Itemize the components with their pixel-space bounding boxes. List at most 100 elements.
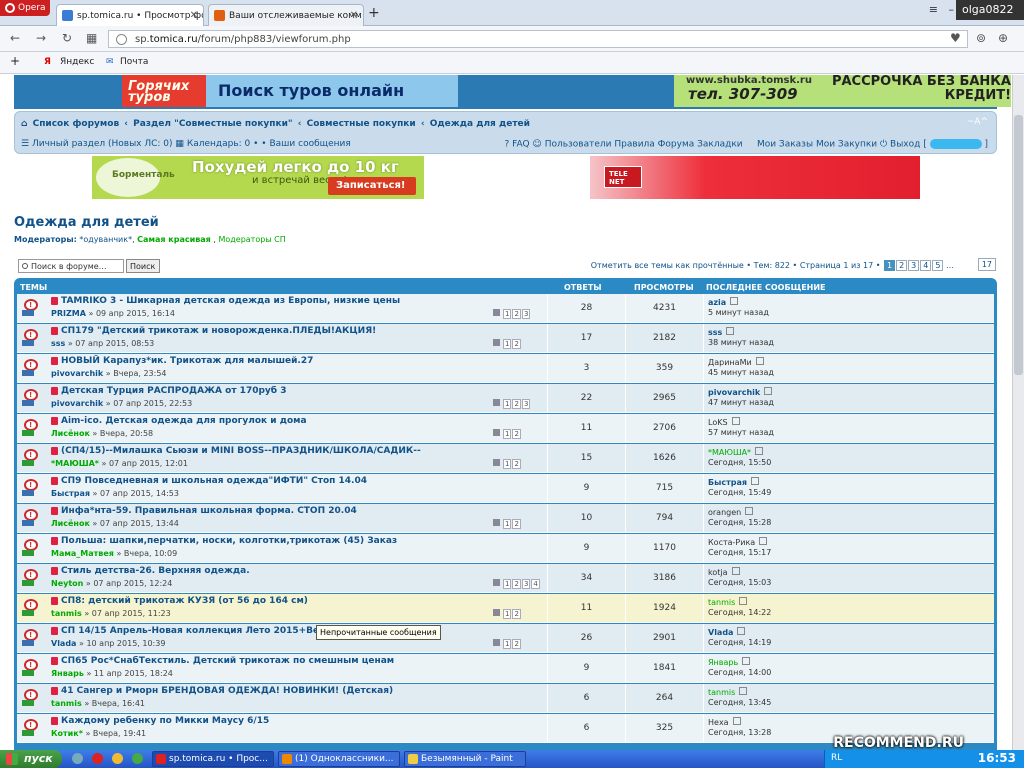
topic-page-link[interactable]: 2 <box>512 519 521 529</box>
unread-post-icon[interactable] <box>51 417 58 425</box>
topic-page-link[interactable]: 2 <box>512 429 521 439</box>
logout-link[interactable]: Выход [ <box>890 140 927 150</box>
topic-page-link[interactable]: 3 <box>521 309 531 319</box>
topic-page-link[interactable]: 1 <box>503 309 512 319</box>
unread-post-icon[interactable] <box>51 477 58 485</box>
topic-page-link[interactable]: 4 <box>531 579 540 589</box>
moderator-link[interactable]: *одуванчик* <box>79 235 132 244</box>
last-post-author-link[interactable]: Коста-Рика <box>708 537 994 547</box>
topic-page-link[interactable]: 1 <box>503 579 512 589</box>
url-field[interactable]: sp.tomica.ru/forum/php883/viewforum.php <box>108 30 968 48</box>
add-bookmark-icon[interactable]: + <box>10 54 20 68</box>
my-purchases-link[interactable]: Мои Закупки <box>816 140 877 150</box>
calendar-link[interactable]: Календарь: 0 <box>187 139 250 149</box>
last-post-author-link[interactable]: Быстрая <box>708 477 994 487</box>
topic-author-link[interactable]: Январь <box>51 669 84 678</box>
topic-title-link[interactable]: Польша: шапки,перчатки, носки, колготки,… <box>61 536 397 546</box>
topic-author-link[interactable]: Котик* <box>51 729 83 738</box>
topic-title-link[interactable]: Каждому ребенку по Микки Маусу 6/15 <box>61 716 269 726</box>
unread-post-icon[interactable] <box>51 567 58 575</box>
start-button[interactable]: пуск <box>0 750 62 768</box>
topic-title-link[interactable]: Детская Турция РАСПРОДАЖА от 170руб 3 <box>61 386 286 396</box>
topic-title-link[interactable]: (СП4/15)--Милашка Сьюзи и MINI BOSS--ПРА… <box>61 446 421 456</box>
topic-page-link[interactable]: 2 <box>512 579 521 589</box>
topic-page-link[interactable]: 1 <box>503 609 512 619</box>
opera-menu-button[interactable]: Opera <box>0 0 50 16</box>
table-row[interactable]: ! СП65 Рос*СнабТекстиль. Детский трикотаж… <box>17 654 994 683</box>
bookmark-mail[interactable]: Почта <box>120 57 148 67</box>
topic-title-link[interactable]: 41 Сангер и Рморн БРЕНДОВАЯ ОДЕЖДА! НОВИ… <box>61 686 393 696</box>
page-scrollbar[interactable] <box>1012 75 1024 750</box>
topic-author-link[interactable]: Лисёнок <box>51 519 90 528</box>
tab-list-icon[interactable]: ≡ <box>929 3 938 16</box>
topic-page-link[interactable]: 1 <box>503 429 512 439</box>
topic-title-link[interactable]: Инфа*нта-59. Правильная школьная форма. … <box>61 506 357 516</box>
topic-title-link[interactable]: Aim-ico. Детская одежда для прогулок и д… <box>61 416 307 426</box>
unread-post-icon[interactable] <box>51 387 58 395</box>
diet-banner[interactable]: Борменталь Похудей легко до 10 кг и встр… <box>92 156 424 199</box>
unread-post-icon[interactable] <box>51 717 58 725</box>
topic-page-link[interactable]: 1 <box>503 639 512 649</box>
search-button[interactable]: Поиск <box>126 259 160 273</box>
topic-title-link[interactable]: СП8: детский трикотаж КУЗЯ (от 56 до 164… <box>61 596 308 606</box>
last-post-author-link[interactable]: sss <box>708 327 994 337</box>
last-post-author-link[interactable]: orangen <box>708 507 994 517</box>
topic-page-link[interactable]: 1 <box>503 339 512 349</box>
utorrent-quick-icon[interactable] <box>132 753 143 764</box>
menu-icon[interactable]: ⊕ <box>998 31 1008 45</box>
close-icon[interactable]: ✕ <box>350 10 358 21</box>
crumb-forum-list[interactable]: Список форумов <box>33 119 120 129</box>
last-post-author-link[interactable]: Январь <box>708 657 994 667</box>
task-opera[interactable]: sp.tomica.ru • Прос... <box>152 751 274 767</box>
table-row[interactable]: ! СП 14/15 Апрель-Новая коллекция Лето 20… <box>17 624 994 653</box>
topic-title-link[interactable]: СП179 "Детский трикотаж и новорожденка.П… <box>61 326 376 336</box>
crumb-section[interactable]: Раздел "Совместные покупки" <box>133 119 292 129</box>
last-post-author-link[interactable]: tanmis <box>708 687 994 697</box>
last-post-author-link[interactable]: LoKS <box>708 417 994 427</box>
scroll-thumb[interactable] <box>1014 115 1023 375</box>
last-post-author-link[interactable]: Vlada <box>708 627 994 637</box>
crumb-kids-clothes[interactable]: Одежда для детей <box>430 119 530 129</box>
new-tab-button[interactable]: + <box>368 5 380 21</box>
show-desktop-icon[interactable] <box>72 753 83 764</box>
tab-sp-tomica[interactable]: sp.tomica.ru • Просмотр фор ✕ <box>56 4 204 26</box>
topic-page-link[interactable]: 1 <box>503 519 512 529</box>
heart-icon[interactable]: ♥ <box>950 31 961 45</box>
page-number[interactable]: 4 <box>920 260 932 271</box>
page-number[interactable]: 5 <box>932 260 944 271</box>
download-icon[interactable]: ⊚ <box>976 31 986 45</box>
moderator-group-link[interactable]: Модераторы СП <box>218 235 285 244</box>
topic-author-link[interactable]: Vlada <box>51 639 76 648</box>
my-orders-link[interactable]: Мои Заказы <box>757 140 813 150</box>
reload-icon[interactable]: ↻ <box>62 31 72 45</box>
topic-page-link[interactable]: 2 <box>512 609 521 619</box>
faq-link[interactable]: FAQ <box>512 140 529 150</box>
telenet-banner[interactable]: TELE NET <box>590 156 920 199</box>
minimize-icon[interactable]: – <box>949 3 955 16</box>
last-post-author-link[interactable]: azia <box>708 297 994 307</box>
page-number[interactable]: 3 <box>908 260 920 271</box>
unread-post-icon[interactable] <box>51 507 58 515</box>
moderator-link[interactable]: Самая красивая <box>137 235 211 244</box>
language-indicator[interactable]: RL <box>831 753 842 763</box>
table-row[interactable]: ! СП179 "Детский трикотаж и новорожденка.… <box>17 324 994 353</box>
table-row[interactable]: ! 41 Сангер и Рморн БРЕНДОВАЯ ОДЕЖДА! НОВ… <box>17 684 994 713</box>
table-row[interactable]: ! Инфа*нта-59. Правильная школьная форма.… <box>17 504 994 533</box>
task-paint[interactable]: Безымянный - Paint <box>404 751 526 767</box>
topic-page-link[interactable]: 2 <box>512 399 521 409</box>
topic-author-link[interactable]: PRIZMA <box>51 309 86 318</box>
unread-post-icon[interactable] <box>51 327 58 335</box>
table-row[interactable]: ! СП8: детский трикотаж КУЗЯ (от 56 до 16… <box>17 594 994 623</box>
bookmark-yandex[interactable]: Яндекс <box>60 57 94 67</box>
table-row[interactable]: ! НОВЫЙ Карапуз*ик. Трикотаж для малышей.… <box>17 354 994 383</box>
topic-page-link[interactable]: 3 <box>521 399 531 409</box>
table-row[interactable]: ! Детская Турция РАСПРОДАЖА от 170руб 3 pi… <box>17 384 994 413</box>
diet-banner-button[interactable]: Записаться! <box>328 177 416 195</box>
table-row[interactable]: ! TAMRIKO 3 - Шикарная детская одежда из … <box>17 294 994 323</box>
topic-author-link[interactable]: Neyton <box>51 579 83 588</box>
unread-post-icon[interactable] <box>51 447 58 455</box>
table-row[interactable]: ! (СП4/15)--Милашка Сьюзи и MINI BOSS--ПР… <box>17 444 994 473</box>
topic-author-link[interactable]: Быстрая <box>51 489 90 498</box>
crumb-joint-purchases[interactable]: Совместные покупки <box>307 119 416 129</box>
topic-page-link[interactable]: 1 <box>503 459 512 469</box>
